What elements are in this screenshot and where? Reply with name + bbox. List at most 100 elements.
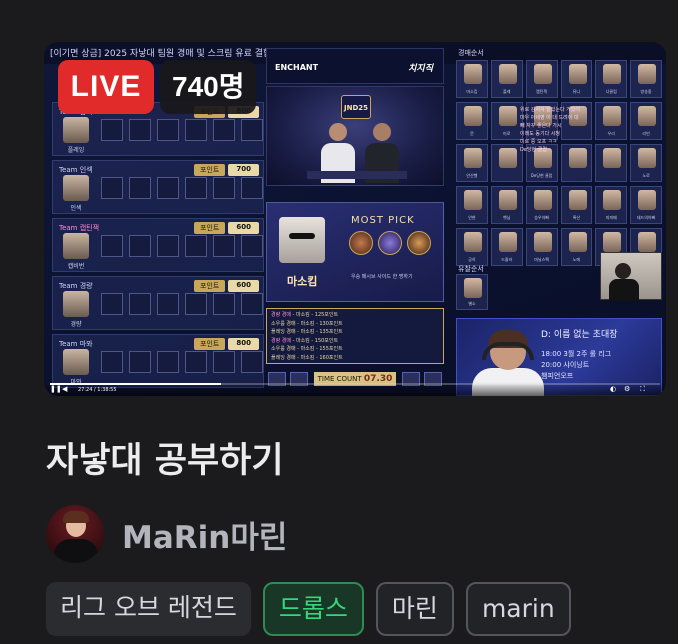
player-name: 문 [470,131,474,136]
player-name: 록산 [572,215,581,220]
player-name: 햇님 [503,215,511,220]
team-card: Team 마뫄 포인트800 마뫄 [52,334,264,388]
champion-icon [349,231,373,255]
tag-marin-en[interactable]: marin [465,582,571,636]
fullscreen-icon[interactable]: ⛶ [640,386,645,393]
player-portrait [464,64,482,84]
player-portrait [568,232,587,252]
player-portrait [533,64,552,84]
player-name: 노로 [642,173,650,178]
settings-icon[interactable]: ⚙ [624,386,630,393]
fail-order-label: 유찰순서 [458,265,484,273]
bid-log-row: 경량 경매 - 마소킴 - 125포인트 [271,312,339,318]
team-name: Team 경량 [59,282,93,290]
volume-icon[interactable]: ◀ [62,386,67,393]
team-slots [101,293,263,315]
player-name: 미로 [503,131,511,136]
toggle-icon[interactable]: ◐ [610,386,616,393]
team-leader-avatar [63,175,89,201]
bid-log-row: 플레잉 경매 - 마소킴 - 135포인트 [271,329,343,335]
points-label: 포인트 [194,338,226,350]
bid-log-row: 소우룹 경매 - 마소킴 - 155포인트 [271,346,343,352]
bid-log-row: 플레잉 경매 - 마소킴 - 160포인트 [271,354,343,361]
player-name: 안산행 [466,173,478,178]
bid-log-row: 경량 경매 - 마소킴 - 150포인트 [271,337,339,344]
stage-camera: JND25 [266,86,444,186]
sponsor-bar: ENCHANT 치지직 [266,48,444,84]
player-portrait [498,64,517,84]
player-name: 마닐스팩 [534,257,549,262]
player-portrait [568,190,587,210]
stream-title[interactable]: 자낳대 공부하기 [46,432,284,483]
team-slots [101,177,263,199]
player-cell: 테드의아빠 [630,186,662,224]
channel-name[interactable]: MaRin마린 [122,512,287,557]
progress-bar[interactable] [50,383,660,385]
player-name: 마소킴 [466,89,478,94]
player-cell: 마소킴 [456,60,488,98]
channel-avatar[interactable] [46,505,104,563]
team-leader-name: 경량 [70,321,82,328]
team-leader-name: 인섹 [70,205,82,212]
player-portrait [498,190,517,210]
tag-marin-ko[interactable]: 마린 [375,582,454,636]
team-leader-name: 플레잉 [67,147,85,154]
player-photo [279,217,325,263]
points-label: 포인트 [194,280,226,292]
points-label: 포인트 [194,164,226,176]
team-card: Team 캡틴잭 포인트 600 캡비번 [52,218,264,272]
player-portrait [464,190,482,210]
player-cell: 뮤니 [560,60,593,98]
enchant-logo: ENCHANT [275,63,319,72]
player-cell: 미로 [490,102,523,140]
most-pick-card: 마소킴 MOST PICK 우승 패시브 사이드 한 명하기 [266,202,444,302]
player-portrait [498,148,517,168]
player-controls: ❚❚ ◀ 27:24 / 1:38:55 ◐ ⚙ ⛶ [44,382,666,396]
player-cell [490,144,523,182]
player-portrait [533,232,552,252]
player-cell: 록산 [560,186,593,224]
player-portrait [603,190,622,210]
fail-player-cell: 별소 [456,274,488,310]
player-name: 캡틴잭 [536,89,548,94]
player-portrait [638,232,657,252]
chat-overlay: 위로 김서서 잘있는다 거있어 마우 아세영 이 대 드려이 대 빼 자꾸 좋은… [520,107,580,153]
player-cell: 안산행 [456,144,488,182]
player-name: 마피떼 [605,215,617,220]
team-leader-avatar [63,291,89,317]
player-name: 테드의아빠 [636,215,656,220]
team-leader-avatar [63,349,89,375]
player-grid: 마소킴 플레 캡틴잭 뮤니 너클럽 방송중 문 미로 우리 리빈 안산행 De당현 클럽 노로 안현 햇님 승… [456,60,662,266]
most-pick-player: 마소킴 [287,275,318,288]
team-slots [101,235,263,257]
champion-icons [349,231,431,255]
schedule-rows: 18:00 3월 2주 롤 리그 20:00 샤이닝트 챔피언오프 [541,350,612,380]
team-slots [101,351,263,373]
pause-icon[interactable]: ❚❚ [50,386,62,393]
team-leader-avatar [63,117,89,143]
tag-list: 리그 오브 레전드 드롭스 마린 marin [46,582,571,636]
bid-log-row: 소우룹 경매 - 마소킴 - 130포인트 [271,320,343,327]
chzzk-logo: 치지직 [408,64,433,74]
stream-thumbnail[interactable]: [이기면 상금] 2025 자낳대 팀원 경매 및 스크림 유료 결합 Team… [44,42,666,396]
viewer-count: 740명 [160,60,257,114]
player-portrait [568,64,587,84]
team-name: Team 마뫄 [59,340,93,348]
guest-webcam [600,252,662,301]
event-logo: JND25 [341,95,371,119]
player-name: 공히 [468,257,476,262]
player-portrait [464,148,482,168]
tag-drops[interactable]: 드롭스 [262,582,364,636]
player-portrait [638,64,657,84]
player-cell: 문 [456,102,488,140]
player-name: 플레 [503,89,511,94]
player-name: 승우아빠 [534,215,549,220]
player-name: 뮤니 [572,89,581,94]
auction-order-label: 경매순서 [458,49,484,57]
team-leader-avatar [63,233,89,259]
player-name: 너클럽 [605,89,617,94]
player-cell: 캡틴잭 [525,60,558,98]
tag-category[interactable]: 리그 오브 레전드 [46,582,251,636]
player-portrait [603,232,622,252]
player-cell: 노에 [560,228,593,266]
